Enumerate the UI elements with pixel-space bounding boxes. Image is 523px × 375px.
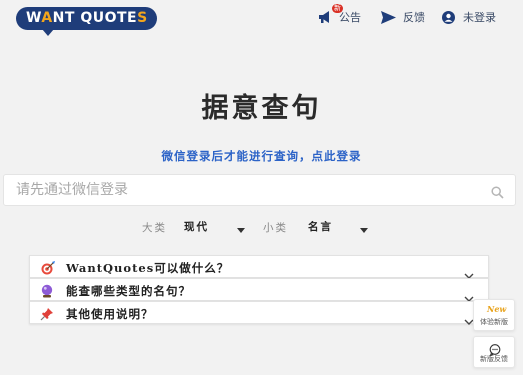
wechat-login-link[interactable]: 微信登录后才能进行查询，点此登录 [0, 148, 523, 164]
category-caret-icon[interactable] [237, 224, 245, 236]
faq-question: WantQuotes可以做什么？ [66, 261, 230, 275]
try-new-version-label: 体验新版 [480, 318, 508, 326]
subcategory-caret-icon[interactable] [360, 224, 368, 236]
new-version-badge: New [487, 304, 507, 314]
filter-bar: 大类 现代 小类 名言 [0, 218, 523, 234]
new-badge: 新 [332, 4, 343, 13]
logo-letter-s: S [137, 10, 148, 26]
feedback-label: 反馈 [403, 11, 425, 24]
login-status-link[interactable]: 未登录 [442, 9, 496, 25]
feedback-link[interactable]: 反馈 [381, 9, 425, 25]
send-icon [381, 10, 396, 24]
search-box [3, 174, 516, 206]
target-dart-icon [40, 260, 56, 279]
search-icon[interactable] [491, 184, 504, 203]
category-select[interactable]: 现代 [184, 219, 209, 234]
megaphone-icon [318, 10, 334, 24]
login-status-label: 未登录 [463, 11, 496, 24]
faq-item-what-can-do[interactable]: WantQuotes可以做什么？ [29, 255, 489, 279]
faq-question: 其他使用说明？ [66, 307, 154, 321]
wantquotes-logo[interactable]: WANT QUOTES [16, 7, 157, 36]
page-title: 据意查句 [201, 93, 322, 124]
subcategory-select[interactable]: 名言 [308, 219, 333, 234]
faq-item-other-instructions[interactable]: 其他使用说明？ [29, 301, 489, 325]
try-new-version-button[interactable]: New 体验新版 [473, 299, 515, 331]
logo-letter-a: A [41, 10, 53, 26]
faq-question: 能查哪些类型的名句？ [66, 284, 191, 298]
crystal-ball-icon [40, 283, 54, 302]
logo-text: NT QUOTE [52, 10, 138, 26]
new-version-feedback-label: 新版反馈 [480, 355, 508, 363]
user-icon [442, 10, 455, 24]
announcement-link[interactable]: 新 公告 [318, 4, 361, 25]
category-label: 大类 [142, 222, 167, 234]
new-version-feedback-button[interactable]: 新版反馈 [473, 336, 515, 368]
faq-item-quote-types[interactable]: 能查哪些类型的名句？ [29, 278, 489, 302]
logo-letter-w: W [26, 10, 42, 26]
faq-accordion: WantQuotes可以做什么？ 能查哪些类型的名句？ 其他使用说明？ [29, 255, 489, 325]
announcement-label: 公告 [339, 11, 361, 24]
search-input[interactable] [4, 175, 464, 205]
subcategory-label: 小类 [263, 222, 288, 234]
pushpin-icon [40, 306, 54, 325]
